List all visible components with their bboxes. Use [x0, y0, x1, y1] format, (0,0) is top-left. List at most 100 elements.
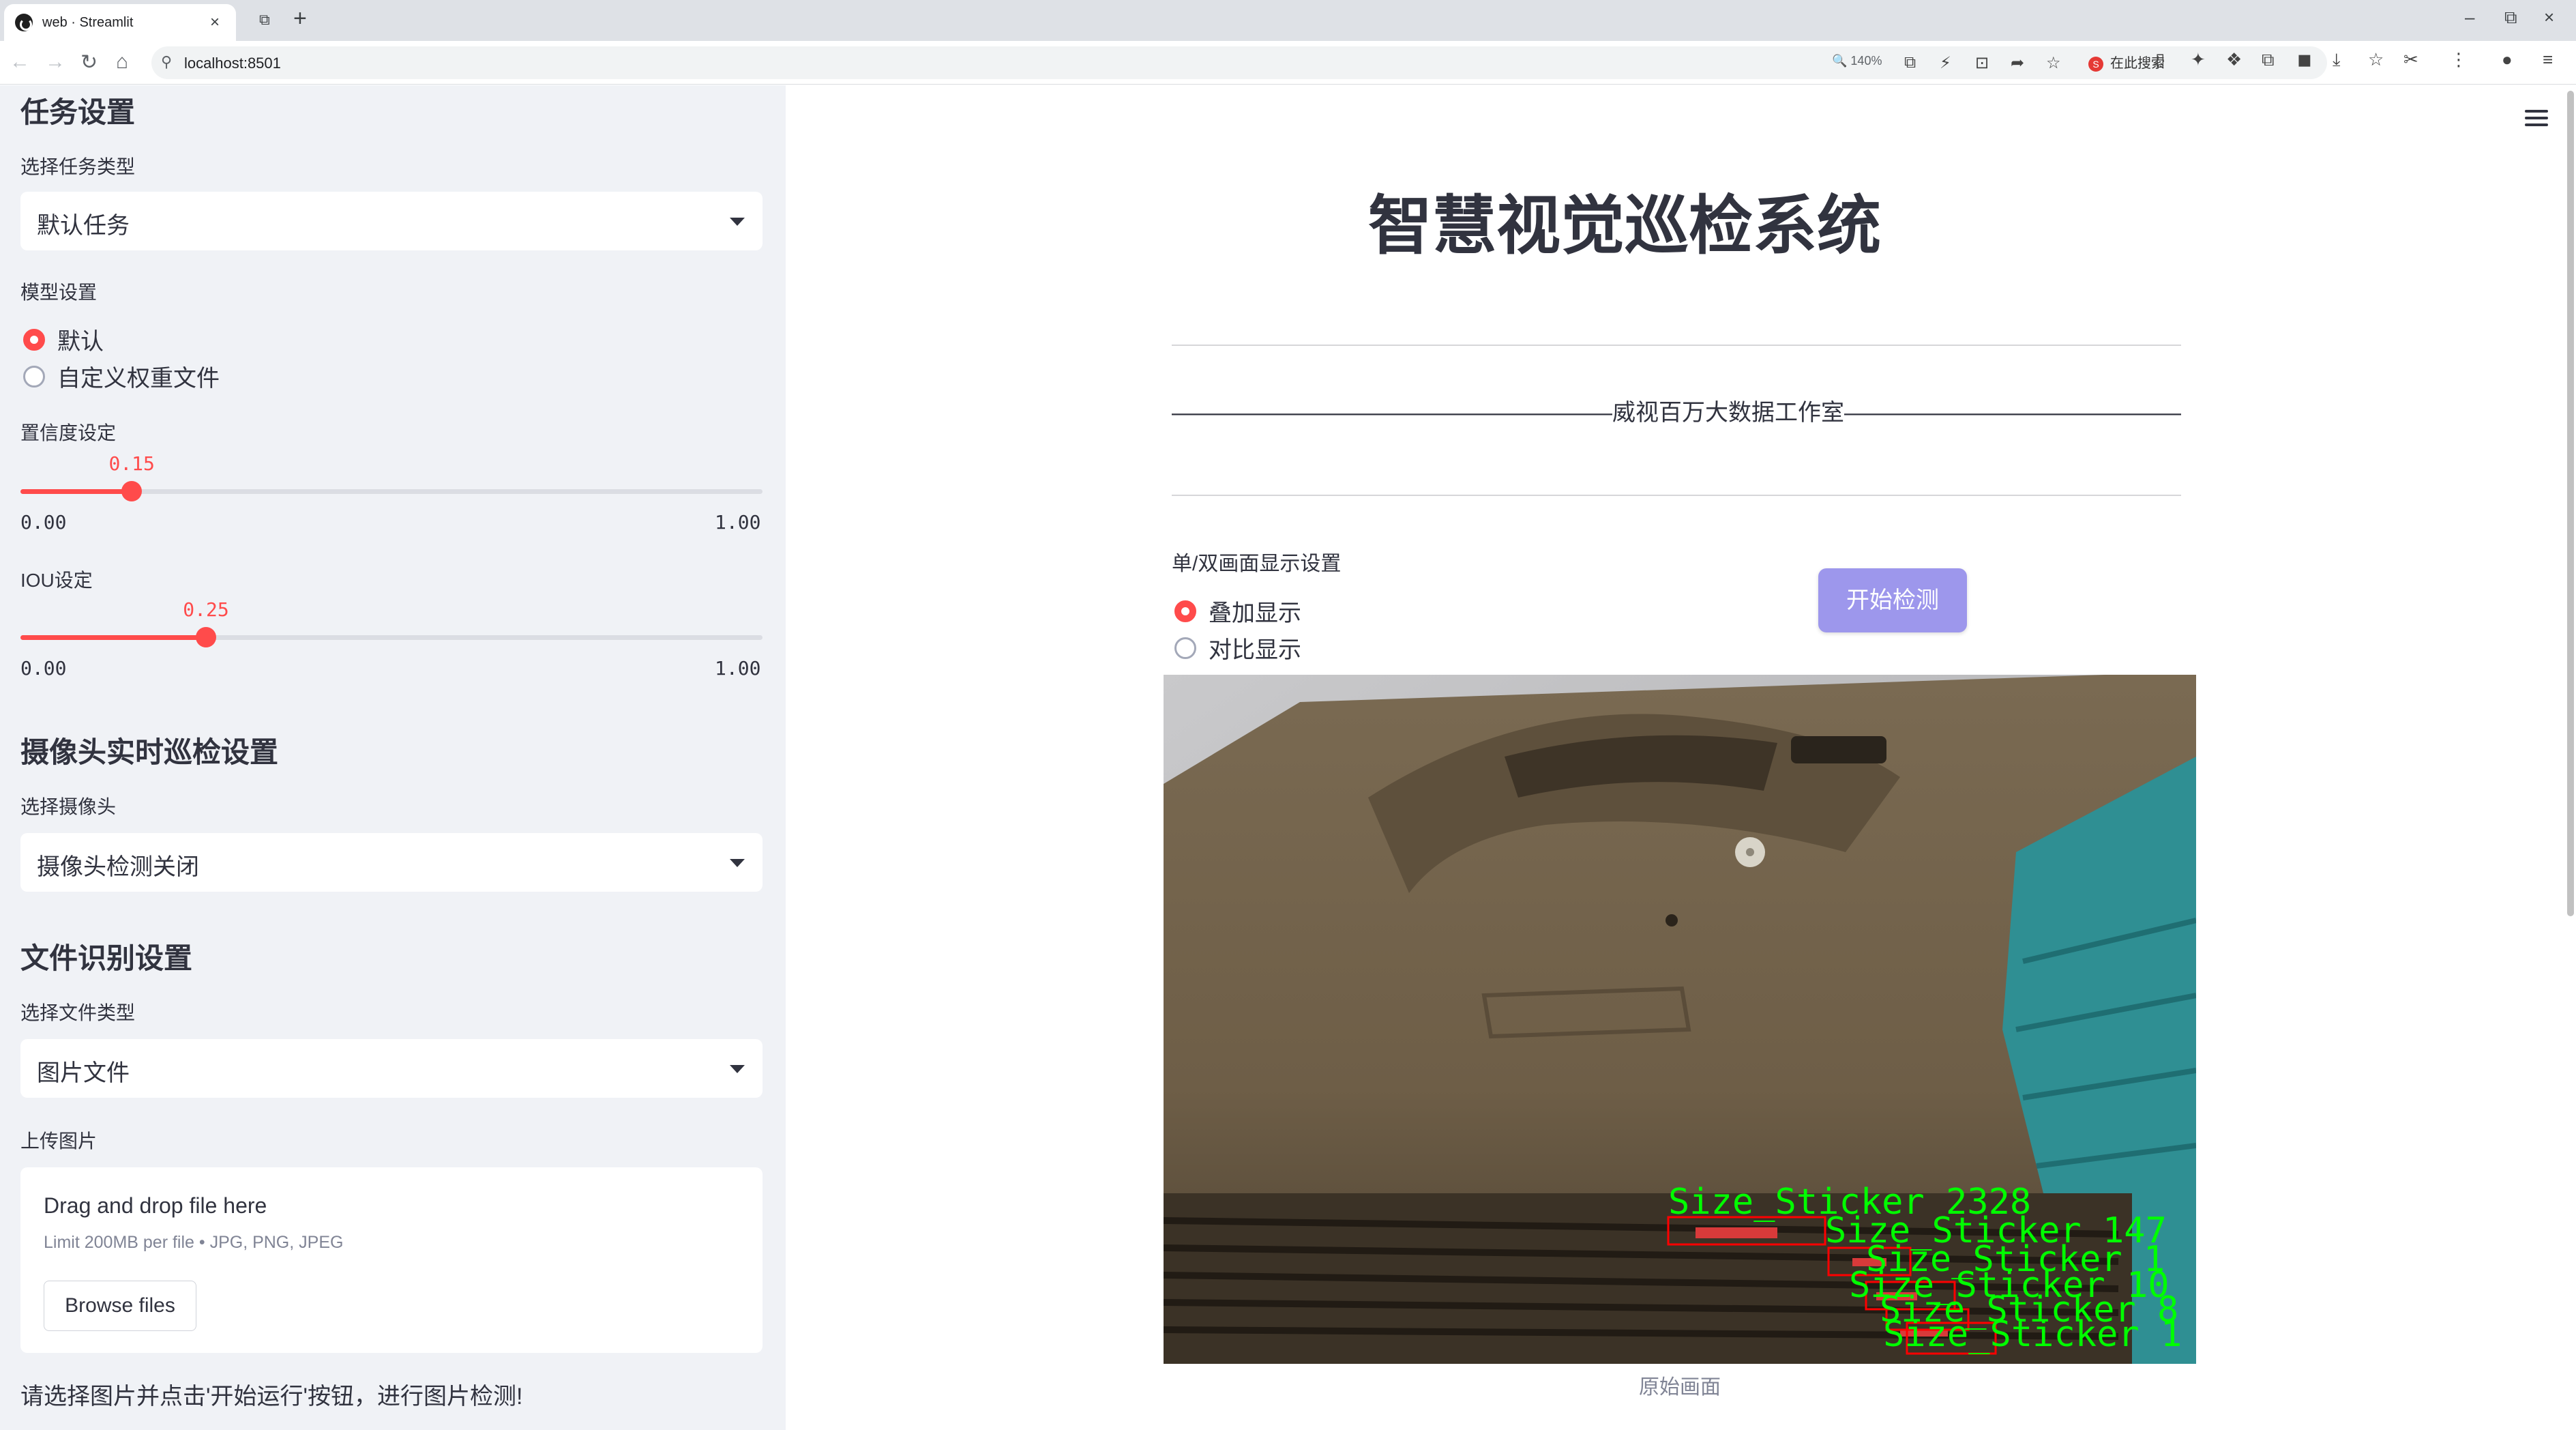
- camera-label: 选择摄像头: [20, 796, 117, 817]
- favorites-star-icon[interactable]: ☆: [2368, 49, 2384, 70]
- share-icon[interactable]: ➦: [2011, 53, 2024, 73]
- site-info-icon[interactable]: ⚲: [161, 53, 172, 71]
- browser-menu-icon[interactable]: ≡: [2543, 49, 2553, 70]
- translate-icon[interactable]: ⧉: [1904, 53, 1916, 72]
- scrollbar-thumb[interactable]: [2567, 91, 2574, 916]
- divider: [1172, 495, 2181, 496]
- radio-label: 自定义权重文件: [57, 366, 220, 392]
- model-label: 模型设置: [20, 282, 98, 303]
- file-type-select[interactable]: 图片文件: [20, 1039, 763, 1098]
- browser-tabbar: web · Streamlit × ⧉ + – ⧉ ×: [0, 0, 2576, 41]
- lightning-icon[interactable]: ⚡: [1940, 53, 1951, 73]
- browser-toolbar: ← → ↻ ⌂ ⚲ localhost:8501 🔍 140% ⧉ ⚡ ⊡ ➦ …: [0, 41, 2576, 85]
- display-mode-label: 单/双画面显示设置: [1172, 553, 1342, 575]
- sidebar: 任务设置 选择任务类型 默认任务 模型设置 默认 自定义权重文件 置信度设定 0…: [0, 85, 786, 1430]
- model-radio-custom[interactable]: 自定义权重文件: [23, 360, 220, 393]
- upload-title: Drag and drop file here: [44, 1193, 267, 1218]
- extension-blue-icon[interactable]: ❖: [2226, 49, 2242, 70]
- radio-selected-icon: [23, 328, 45, 351]
- bookmark-star-icon[interactable]: ☆: [2046, 53, 2061, 73]
- image-caption: 原始画面: [1639, 1376, 1721, 1399]
- phone-icon[interactable]: ▯: [2155, 49, 2165, 70]
- home-icon[interactable]: ⌂: [116, 50, 128, 74]
- studio-line: ———————————————————威视百万大数据工作室———————————…: [1172, 400, 2181, 426]
- browse-files-button[interactable]: Browse files: [44, 1281, 196, 1331]
- extension-dark-icon[interactable]: ◼: [2297, 49, 2312, 70]
- profile-avatar-icon[interactable]: ●: [2502, 49, 2513, 70]
- iou-slider[interactable]: 0.25: [20, 598, 763, 647]
- model-radio-default[interactable]: 默认: [23, 323, 104, 356]
- tab-search-icon[interactable]: ⧉: [259, 11, 270, 29]
- slider-fill: [20, 635, 206, 640]
- camera-icon[interactable]: ⊡: [1975, 53, 1989, 73]
- page-title: 智慧视觉巡检系统: [1367, 190, 1881, 261]
- radio-label: 对比显示: [1209, 637, 1301, 663]
- more-menu-icon[interactable]: ⋮: [2450, 49, 2468, 70]
- confidence-slider[interactable]: 0.15: [20, 452, 763, 501]
- slider-thumb[interactable]: [121, 481, 143, 501]
- url-text[interactable]: localhost:8501: [184, 55, 281, 72]
- extension-translate-icon[interactable]: ⧉: [2262, 49, 2275, 71]
- slider-thumb[interactable]: [196, 627, 216, 647]
- chevron-down-icon: [730, 218, 745, 226]
- iou-value: 0.25: [183, 598, 229, 621]
- upload-limit: Limit 200MB per file • JPG, PNG, JPEG: [44, 1233, 344, 1252]
- task-section-heading: 任务设置: [20, 96, 136, 128]
- window-close-icon[interactable]: ×: [2544, 7, 2554, 28]
- slider-max-label: 1.00: [715, 511, 761, 534]
- file-section-heading: 文件识别设置: [20, 942, 193, 974]
- back-icon[interactable]: ←: [10, 50, 30, 74]
- reload-icon[interactable]: ↻: [80, 50, 98, 74]
- upload-label: 上传图片: [20, 1130, 98, 1152]
- task-type-select[interactable]: 默认任务: [20, 192, 763, 250]
- start-detection-button[interactable]: 开始检测: [1818, 568, 1967, 632]
- slider-max-label: 1.00: [715, 657, 761, 680]
- file-uploader-dropzone[interactable]: Drag and drop file here Limit 200MB per …: [20, 1167, 763, 1353]
- chevron-down-icon: [730, 1065, 745, 1073]
- file-type-value: 图片文件: [37, 1060, 130, 1086]
- download-icon[interactable]: ⤓: [2333, 49, 2341, 71]
- camera-select[interactable]: 摄像头检测关闭: [20, 833, 763, 892]
- camera-section-heading: 摄像头实时巡检设置: [20, 736, 279, 768]
- restore-icon[interactable]: ⧉: [2504, 7, 2517, 29]
- slider-min-label: 0.00: [20, 657, 67, 680]
- detection-label: Size_Sticker 1: [1883, 1314, 2182, 1355]
- browser-tab[interactable]: web · Streamlit ×: [4, 4, 236, 41]
- file-type-label: 选择文件类型: [20, 1002, 136, 1023]
- new-tab-icon[interactable]: +: [293, 5, 307, 32]
- streamlit-favicon-icon: [15, 14, 33, 31]
- chevron-down-icon: [730, 859, 745, 867]
- task-type-value: 默认任务: [37, 213, 130, 239]
- minimize-icon[interactable]: –: [2465, 7, 2474, 28]
- slider-min-label: 0.00: [20, 511, 67, 534]
- confidence-label: 置信度设定: [20, 422, 117, 443]
- confidence-value: 0.15: [108, 452, 155, 475]
- zoom-indicator[interactable]: 🔍 140%: [1832, 54, 1882, 68]
- radio-unselected-icon: [23, 365, 45, 388]
- task-type-label: 选择任务类型: [20, 156, 136, 177]
- camera-value: 摄像头检测关闭: [37, 854, 199, 880]
- radio-label: 默认: [57, 329, 104, 355]
- display-radio-overlay[interactable]: 叠加显示: [1174, 594, 1301, 628]
- search-engine-icon: S: [2088, 56, 2103, 72]
- extension-colorful-icon[interactable]: ✦: [2191, 49, 2206, 70]
- radio-label: 叠加显示: [1209, 600, 1301, 626]
- iou-label: IOU设定: [20, 570, 93, 591]
- address-bar[interactable]: ⚲ localhost:8501 🔍 140% ⧉ ⚡ ⊡ ➦ ☆ S 在此搜索: [151, 46, 2327, 79]
- main-menu-icon[interactable]: [2525, 110, 2548, 130]
- slider-fill: [20, 489, 132, 494]
- zoom-level: 140%: [1850, 54, 1882, 68]
- main-content: 智慧视觉巡检系统 ———————————————————威视百万大数据工作室——…: [786, 85, 2576, 1430]
- radio-selected-icon: [1174, 600, 1196, 622]
- detection-image: Size_Sticker 2328 Size_Sticker 147 Size_…: [1164, 675, 2196, 1364]
- close-tab-icon[interactable]: ×: [205, 13, 225, 32]
- tab-title: web · Streamlit: [42, 14, 134, 30]
- shirt-photo: Size_Sticker 2328 Size_Sticker 147 Size_…: [1164, 675, 2196, 1364]
- browser-search-box[interactable]: S 在此搜索: [2088, 52, 2272, 74]
- footer-note: 请选择图片并点击'开始运行'按钮，进行图片检测!: [20, 1384, 523, 1410]
- scissors-icon[interactable]: ✂: [2403, 49, 2418, 70]
- forward-icon[interactable]: →: [45, 50, 65, 74]
- display-radio-compare[interactable]: 对比显示: [1174, 631, 1301, 665]
- radio-unselected-icon: [1174, 637, 1196, 659]
- divider: [1172, 345, 2181, 346]
